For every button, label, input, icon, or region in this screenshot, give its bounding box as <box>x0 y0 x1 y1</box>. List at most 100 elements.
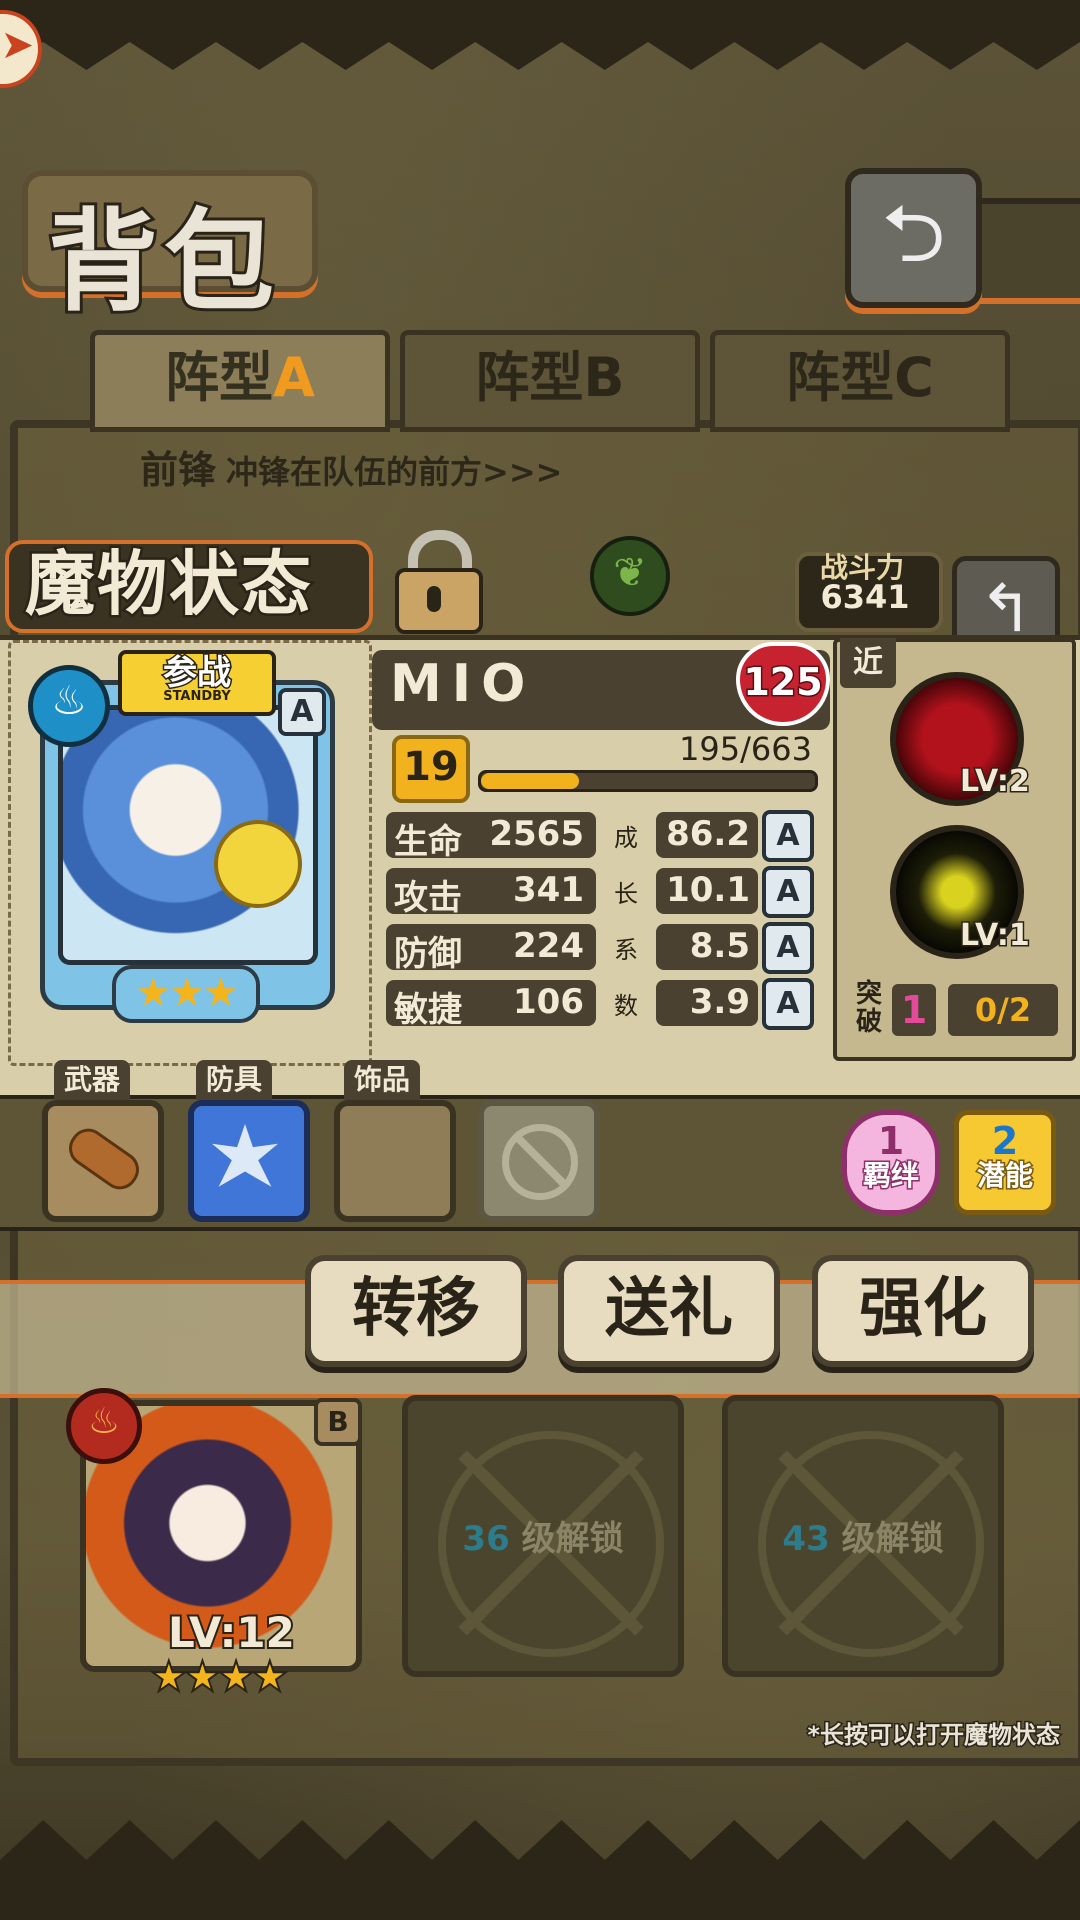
unlock-text: 36 级解锁 <box>408 1511 678 1560</box>
growth-value: 8.5 <box>689 926 750 966</box>
crystal-icon <box>212 1124 278 1187</box>
transfer-button[interactable]: 转移 <box>305 1255 527 1367</box>
affection-value: 125 <box>742 659 824 706</box>
stat-label: 敏捷 <box>394 990 462 1030</box>
potential-label: 潜能 <box>975 1159 1034 1192</box>
member-level: LV:12 <box>166 1606 297 1659</box>
potential-count: 2 <box>991 1119 1019 1163</box>
stat-label: 生命 <box>394 822 462 862</box>
growth-char: 长 <box>614 880 638 908</box>
bond-count: 1 <box>877 1119 905 1163</box>
member-stars: ★★★★ <box>149 1651 290 1702</box>
growth-value: 3.9 <box>689 982 750 1022</box>
xp-bar <box>478 770 818 792</box>
character-name: MIO <box>390 654 536 714</box>
tab-suffix: A <box>273 346 315 409</box>
member-grade: B <box>314 1398 362 1446</box>
xp-text: 195/663 <box>679 730 812 768</box>
break-progress: 0/2 <box>948 984 1058 1036</box>
character-stars: ★★★ <box>112 965 260 1023</box>
position-label: 前锋 <box>140 448 217 492</box>
skill-level: LV:2 <box>959 763 1032 801</box>
unlock-level: 43 <box>782 1519 830 1559</box>
growth-grade: A <box>762 978 814 1030</box>
enhance-button[interactable]: 强化 <box>812 1255 1034 1367</box>
break-label: 突破 <box>855 979 882 1037</box>
growth-char: 数 <box>614 992 638 1020</box>
unlock-text: 43 级解锁 <box>728 1511 998 1560</box>
tab-suffix: C <box>894 346 934 409</box>
lock-icon[interactable] <box>390 530 483 634</box>
affection-heart[interactable]: 125 <box>736 642 830 726</box>
weapon-slot[interactable] <box>42 1100 164 1222</box>
position-row: 前锋 冲锋在队伍的前方>>> <box>40 430 1040 510</box>
return-arrow-icon: ⮌ <box>881 187 946 280</box>
locked-team-slot: 36 级解锁 <box>402 1395 684 1677</box>
potential-button[interactable]: 2 潜能 <box>954 1110 1056 1215</box>
position-description: 冲锋在队伍的前方>>> <box>226 453 563 491</box>
water-icon: ♨ <box>28 665 110 747</box>
growth-row-agility: 3.9 <box>656 980 758 1026</box>
unlock-label: 级解锁 <box>521 1519 624 1559</box>
growth-row-defense: 8.5 <box>656 924 758 970</box>
bread-icon <box>61 1121 147 1197</box>
growth-grade: A <box>762 866 814 918</box>
growth-value: 10.1 <box>666 870 750 910</box>
lock-keyhole <box>427 586 441 612</box>
arrow-icon: ➤ <box>0 22 34 68</box>
stat-value: 224 <box>513 926 584 966</box>
standby-en: STANDBY <box>163 689 231 704</box>
growth-row-attack: 10.1 <box>656 868 758 914</box>
stat-value: 341 <box>513 870 584 910</box>
growth-char: 成 <box>614 824 638 852</box>
unlock-label: 级解锁 <box>841 1519 944 1559</box>
locked-team-slot: 43 级解锁 <box>722 1395 1004 1677</box>
growth-coefficient-label: 成 长 系 数 <box>614 810 638 1034</box>
gift-button[interactable]: 送礼 <box>558 1255 780 1367</box>
level-badge: 19 <box>392 735 470 803</box>
power-value: 6341 <box>820 578 910 616</box>
growth-row-hp: 86.2 <box>656 812 758 858</box>
stat-row-defense: 防御 224 <box>386 924 596 974</box>
monster-status-title: 魔物状态 <box>23 541 314 628</box>
tab-label: 阵型 <box>475 346 584 409</box>
character-grade: A <box>278 688 326 736</box>
stat-row-attack: 攻击 341 <box>386 868 596 918</box>
fire-icon: ♨ <box>66 1388 142 1464</box>
growth-value: 86.2 <box>666 814 750 854</box>
hint-text: *长按可以打开魔物状态 <box>806 1720 1062 1751</box>
standby-zh: 参战 <box>162 653 233 693</box>
tab-label: 阵型 <box>165 346 274 409</box>
bell-icon <box>214 820 302 908</box>
accessory-label: 饰品 <box>344 1060 421 1100</box>
range-badge: 近 <box>840 638 896 688</box>
tab-formation-a[interactable]: 阵型A <box>90 330 390 432</box>
armor-slot[interactable] <box>188 1100 310 1222</box>
skill-level: LV:1 <box>959 917 1032 955</box>
stat-value: 106 <box>513 982 584 1022</box>
growth-grade: A <box>762 810 814 862</box>
stat-label: 攻击 <box>394 878 462 918</box>
tab-formation-b[interactable]: 阵型B <box>400 330 700 432</box>
accessory-slot[interactable] <box>334 1100 456 1222</box>
growth-grade: A <box>762 922 814 974</box>
weapon-label: 武器 <box>54 1060 131 1100</box>
standby-badge: 参战 STANDBY <box>118 650 276 716</box>
locked-equipment-slot <box>478 1100 600 1222</box>
armor-label: 防具 <box>196 1060 273 1100</box>
leaf-icon: ❦ <box>590 536 670 616</box>
tab-suffix: B <box>583 346 625 409</box>
stat-row-hp: 生命 2565 <box>386 812 596 862</box>
bond-label: 羁绊 <box>861 1159 920 1192</box>
break-value: 1 <box>892 984 936 1036</box>
stat-row-agility: 敏捷 106 <box>386 980 596 1030</box>
unlock-level: 36 <box>462 1519 510 1559</box>
back-button[interactable]: ⮌ <box>845 168 982 308</box>
bond-button[interactable]: 1 羁绊 <box>842 1110 940 1215</box>
growth-char: 系 <box>614 936 638 964</box>
ban-icon <box>502 1124 578 1200</box>
stat-value: 2565 <box>489 814 584 854</box>
xp-fill <box>481 773 580 789</box>
tab-formation-c[interactable]: 阵型C <box>710 330 1010 432</box>
formation-tabs: 阵型A 阵型B 阵型C <box>20 330 1060 432</box>
